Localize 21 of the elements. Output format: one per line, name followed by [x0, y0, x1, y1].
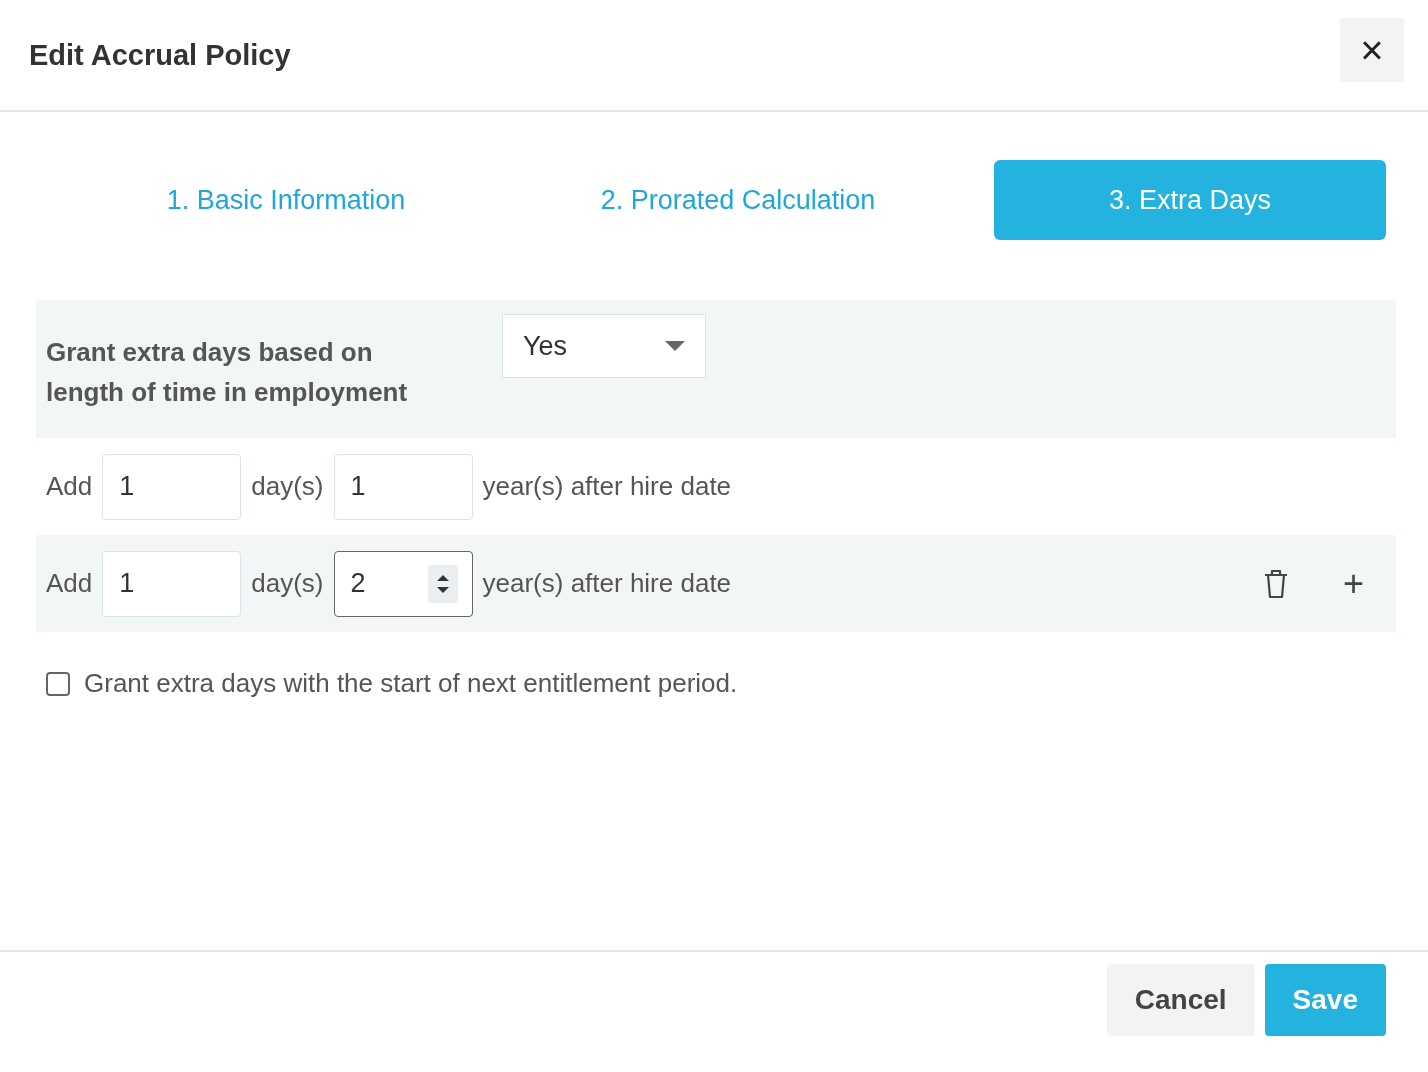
years-suffix-label: year(s) after hire date: [482, 471, 732, 502]
trash-icon[interactable]: [1262, 568, 1289, 599]
add-row-button[interactable]: +: [1342, 565, 1364, 602]
years-input[interactable]: 1: [333, 453, 473, 520]
years-input[interactable]: 2: [333, 550, 473, 617]
days-input[interactable]: 1: [102, 453, 242, 520]
days-unit-label: day(s): [251, 471, 324, 502]
checkbox[interactable]: [46, 671, 70, 696]
grant-label: Grant extra days based on length of time in employment: [46, 336, 409, 409]
days-input[interactable]: 1: [102, 550, 242, 617]
close-button[interactable]: ×: [1340, 18, 1404, 82]
add-label: Add: [46, 471, 93, 502]
spinner-icon[interactable]: [427, 564, 458, 603]
dialog-title: Edit Accrual Policy: [29, 38, 291, 72]
years-suffix-label: year(s) after hire date: [482, 568, 732, 599]
caret-icon: [665, 341, 685, 351]
checkbox-label: Grant extra days with the start of next entitlement period.: [84, 668, 738, 699]
yes-no-select[interactable]: Yes: [502, 314, 706, 378]
cancel-button[interactable]: Cancel: [1106, 964, 1255, 1036]
add-label: Add: [46, 568, 93, 599]
days-unit-label: day(s): [251, 568, 324, 599]
